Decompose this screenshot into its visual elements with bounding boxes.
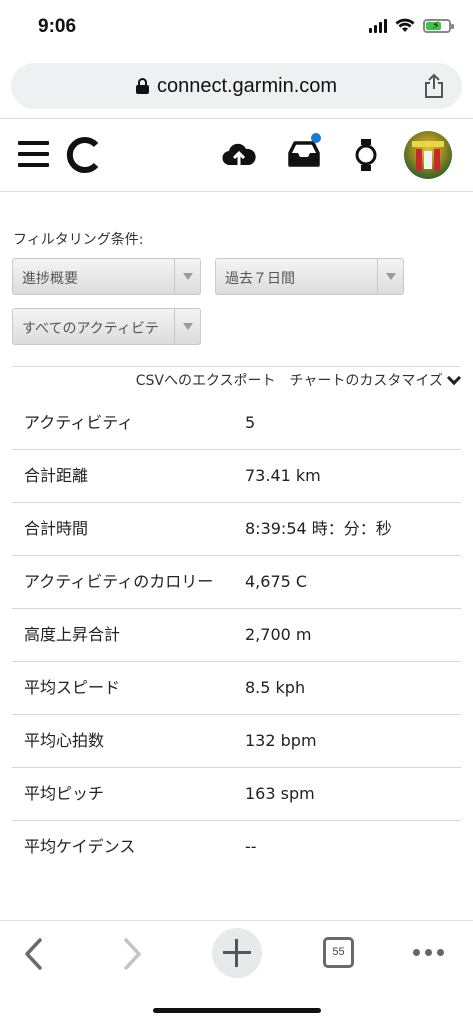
- row-label: 高度上昇合計: [24, 625, 121, 644]
- row-label: 平均ピッチ: [24, 784, 105, 803]
- period-select[interactable]: 過去７日間: [215, 258, 404, 295]
- row-value: 8:39:54 時：分：秒: [245, 519, 392, 538]
- divider: [12, 366, 461, 367]
- table-row: アクティビティ 5: [12, 397, 461, 450]
- summary-table: アクティビティ 5 合計距離 73.41 km 合計時間 8:39:54 時：分…: [12, 397, 461, 873]
- table-row: 平均ピッチ 163 spm: [12, 768, 461, 821]
- customize-chart-button[interactable]: チャートのカスタマイズ: [290, 370, 461, 390]
- dropdown-arrow-icon: [377, 259, 403, 294]
- status-time: 9:06: [38, 16, 77, 37]
- home-indicator: [153, 1008, 321, 1013]
- wifi-icon: [395, 18, 415, 32]
- inbox-icon[interactable]: [287, 139, 321, 169]
- row-label: 平均ケイデンス: [24, 837, 136, 856]
- upload-cloud-icon[interactable]: [222, 141, 256, 169]
- site-header: [0, 118, 473, 192]
- table-row: 合計距離 73.41 km: [12, 450, 461, 503]
- table-row: 平均心拍数 132 bpm: [12, 715, 461, 768]
- table-row: 平均スピード 8.5 kph: [12, 662, 461, 715]
- row-label: 合計距離: [24, 466, 89, 485]
- table-row: アクティビティのカロリー 4,675 C: [12, 556, 461, 609]
- table-row: 合計時間 8:39:54 時：分：秒: [12, 503, 461, 556]
- forward-icon[interactable]: [122, 937, 144, 971]
- status-icons: ⚡: [369, 18, 454, 33]
- row-label: アクティビティ: [24, 413, 134, 432]
- dropdown-arrow-icon: [174, 259, 200, 294]
- table-row: 高度上昇合計 2,700 m: [12, 609, 461, 662]
- activity-type-select[interactable]: すべてのアクティビテ: [12, 308, 201, 345]
- notification-dot: [311, 133, 321, 143]
- address-bar[interactable]: connect.garmin.com: [11, 63, 462, 109]
- row-label: 平均心拍数: [24, 731, 105, 750]
- row-value: 2,700 m: [245, 625, 312, 644]
- dropdown-arrow-icon: [174, 309, 200, 344]
- row-value: 163 spm: [245, 784, 315, 803]
- row-value: 132 bpm: [245, 731, 317, 750]
- row-value: 5: [245, 413, 256, 432]
- chart-actions: CSVへのエクスポート チャートのカスタマイズ: [136, 370, 461, 390]
- row-value: 73.41 km: [245, 466, 321, 485]
- status-bar: 9:06 ⚡: [0, 0, 473, 60]
- row-label: 平均スピード: [24, 678, 121, 697]
- url-text: connect.garmin.com: [156, 74, 338, 97]
- export-csv-link[interactable]: CSVへのエクスポート: [136, 370, 276, 390]
- row-label: 合計時間: [24, 519, 89, 538]
- row-label: アクティビティのカロリー: [24, 572, 214, 591]
- garmin-logo-icon[interactable]: [65, 136, 103, 174]
- lock-icon: [135, 78, 149, 94]
- share-icon[interactable]: [422, 73, 446, 99]
- back-icon[interactable]: [22, 937, 44, 971]
- tabs-icon[interactable]: 55: [323, 937, 354, 968]
- row-value: --: [245, 837, 257, 856]
- filter-label: フィルタリング条件:: [13, 232, 144, 248]
- row-value: 8.5 kph: [245, 678, 306, 697]
- menu-icon[interactable]: [18, 141, 49, 167]
- avatar[interactable]: [404, 131, 452, 179]
- watch-icon[interactable]: [354, 138, 378, 172]
- chevron-down-icon: [447, 375, 461, 385]
- table-row: 平均ケイデンス --: [12, 821, 461, 873]
- more-icon[interactable]: [413, 949, 444, 956]
- plus-icon[interactable]: [212, 928, 262, 978]
- row-value: 4,675 C: [245, 572, 308, 591]
- report-type-select[interactable]: 進捗概要: [12, 258, 201, 295]
- signal-icon: [369, 18, 387, 33]
- battery-icon: ⚡: [423, 18, 454, 33]
